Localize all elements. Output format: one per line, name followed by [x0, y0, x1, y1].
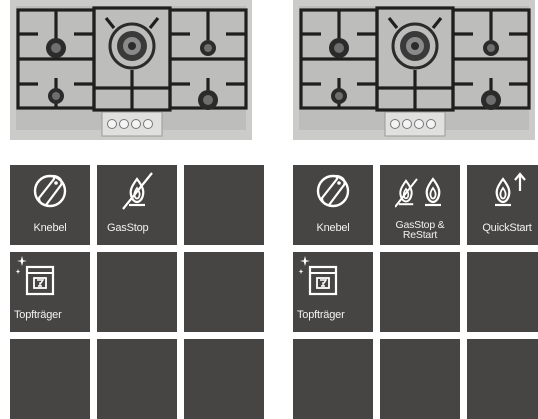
feature-tile-empty: [184, 339, 264, 419]
feature-tile-knob: Knebel: [293, 165, 373, 245]
dishwasher-icon: [14, 254, 58, 298]
feature-tile-empty: [380, 252, 460, 332]
feature-label: QuickStart: [482, 222, 532, 234]
feature-label: Knebel: [33, 222, 67, 234]
flame-up-arrow-icon: [487, 172, 526, 211]
feature-tile-empty: [10, 339, 90, 419]
feature-tile-knob: Knebel: [10, 165, 90, 245]
feature-tile-empty: [97, 252, 177, 332]
feature-label: GasStop & ReStart: [395, 219, 445, 241]
feature-tile-empty: [97, 339, 177, 419]
feature-tile-pan-supports: Topfträger: [293, 252, 373, 332]
dishwasher-icon: [297, 254, 341, 298]
feature-tile-pan-supports: Topfträger: [10, 252, 90, 332]
feature-tile-empty: [467, 339, 538, 419]
cooktop-image-right: [293, 0, 535, 140]
feature-label: Knebel: [316, 222, 350, 234]
feature-label: Topfträger: [297, 309, 345, 321]
feature-tile-empty: [467, 252, 538, 332]
feature-grid-left: Knebel GasStop Topfträger: [10, 165, 266, 419]
feature-tile-empty: [184, 165, 264, 245]
feature-tile-gasstop-restart: GasStop & ReStart: [380, 165, 460, 245]
knob-icon: [313, 171, 353, 211]
knob-icon: [30, 171, 70, 211]
feature-tile-gasstop: GasStop: [97, 165, 177, 245]
feature-tile-empty: [293, 339, 373, 419]
feature-tile-quickstart: QuickStart: [467, 165, 538, 245]
feature-label: Topfträger: [14, 309, 62, 321]
feature-label: GasStop: [107, 222, 149, 234]
flame-crossed-restart-icon: [395, 171, 445, 208]
flame-crossed-icon: [122, 172, 153, 210]
feature-grid-right: Knebel GasStop & ReStart QuickStart Topf…: [293, 165, 538, 419]
feature-tile-empty: [380, 339, 460, 419]
feature-tile-empty: [184, 252, 264, 332]
cooktop-image-left: [10, 0, 252, 140]
